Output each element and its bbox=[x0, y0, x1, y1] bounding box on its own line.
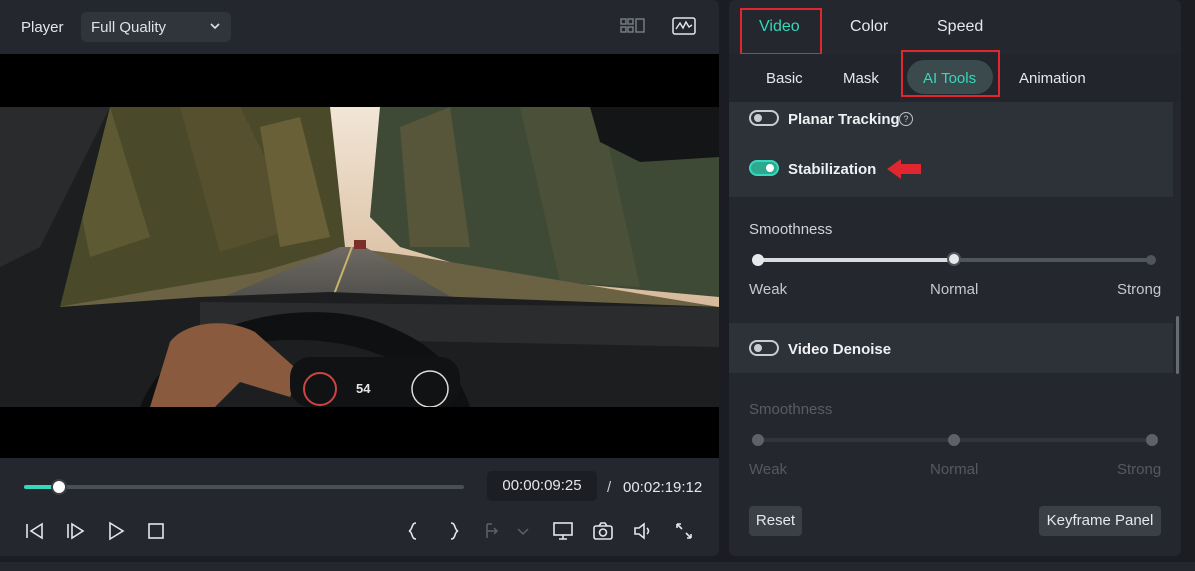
quality-dropdown[interactable]: Full Quality bbox=[81, 12, 231, 42]
help-icon[interactable]: ? bbox=[899, 112, 913, 126]
stabilization-normal-label: Normal bbox=[930, 281, 979, 298]
mark-out-icon[interactable] bbox=[443, 520, 465, 542]
speedometer-readout: 54 bbox=[356, 381, 371, 396]
mark-in-icon[interactable] bbox=[402, 520, 424, 542]
subtab-basic[interactable]: Basic bbox=[766, 70, 803, 87]
previous-frame-icon[interactable] bbox=[24, 520, 46, 542]
play-icon[interactable] bbox=[105, 520, 127, 542]
snapshot-camera-icon[interactable] bbox=[592, 520, 614, 542]
denoise-weak-label: Weak bbox=[749, 461, 788, 478]
highlight-box-ai-tools bbox=[901, 50, 1000, 97]
keyframe-panel-button[interactable]: Keyframe Panel bbox=[1039, 506, 1161, 536]
progress-bar[interactable] bbox=[24, 479, 464, 495]
player-title: Player bbox=[21, 19, 64, 36]
ai-tools-settings: Planar Tracking ? Stabilization Smoothne… bbox=[729, 102, 1181, 488]
tab-speed[interactable]: Speed bbox=[937, 18, 983, 36]
reset-button[interactable]: Reset bbox=[749, 506, 802, 536]
property-inspector: Video Color Speed Basic Mask AI Tools An… bbox=[729, 0, 1181, 556]
main-tabs: Video Color Speed bbox=[729, 0, 1181, 55]
player-toolbar: Player Full Quality bbox=[0, 0, 719, 54]
stabilization-weak-label: Weak bbox=[749, 281, 788, 298]
stabilization-strong-label: Strong bbox=[1117, 281, 1162, 298]
planar-tracking-label: Planar Tracking bbox=[788, 111, 900, 128]
denoise-normal-label: Normal bbox=[930, 461, 979, 478]
subtab-animation[interactable]: Animation bbox=[1019, 70, 1086, 87]
insert-options-chevron-icon[interactable] bbox=[512, 520, 534, 542]
red-arrow-icon bbox=[887, 159, 921, 179]
scope-monitor-icon[interactable] bbox=[672, 16, 696, 38]
video-denoise-toggle[interactable] bbox=[749, 340, 779, 356]
insert-clip-icon[interactable] bbox=[484, 520, 506, 542]
stabilization-slider-thumb[interactable] bbox=[947, 252, 961, 266]
scrollbar[interactable] bbox=[1176, 316, 1179, 374]
next-frame-icon[interactable] bbox=[64, 520, 86, 542]
fullscreen-icon[interactable] bbox=[673, 520, 695, 542]
highlight-box-video-tab bbox=[740, 8, 822, 55]
display-settings-icon[interactable] bbox=[552, 520, 574, 542]
quality-value: Full Quality bbox=[91, 19, 167, 36]
inspector-footer: Reset Keyframe Panel bbox=[729, 488, 1181, 556]
grid-view-icon[interactable] bbox=[620, 16, 646, 38]
current-time[interactable]: 00:00:09:25 bbox=[487, 471, 597, 501]
denoise-strong-label: Strong bbox=[1117, 461, 1162, 478]
stabilization-label: Stabilization bbox=[788, 161, 877, 178]
stop-icon[interactable] bbox=[145, 520, 167, 542]
timeline-edge bbox=[0, 562, 1195, 571]
stabilization-smoothness-label: Smoothness bbox=[749, 221, 833, 238]
chevron-down-icon bbox=[210, 23, 220, 30]
subtab-mask[interactable]: Mask bbox=[843, 70, 879, 87]
planar-tracking-toggle[interactable] bbox=[749, 110, 779, 126]
video-preview[interactable]: 54 bbox=[0, 54, 719, 458]
stabilization-toggle[interactable] bbox=[749, 160, 779, 176]
denoise-smoothness-label: Smoothness bbox=[749, 401, 833, 418]
time-separator: / bbox=[607, 479, 612, 496]
sub-tabs: Basic Mask AI Tools Animation bbox=[729, 50, 1181, 102]
volume-icon[interactable] bbox=[632, 520, 654, 542]
video-frame-image: 54 bbox=[0, 107, 719, 407]
video-denoise-label: Video Denoise bbox=[788, 341, 892, 358]
total-time: 00:02:19:12 bbox=[623, 479, 703, 496]
playback-controls: 00:00:09:25 / 00:02:19:12 bbox=[0, 458, 719, 556]
progress-thumb[interactable] bbox=[51, 479, 68, 495]
player-panel: Player Full Quality 54 00:00:09:25 / 00:… bbox=[0, 0, 719, 556]
tab-color[interactable]: Color bbox=[850, 18, 888, 36]
